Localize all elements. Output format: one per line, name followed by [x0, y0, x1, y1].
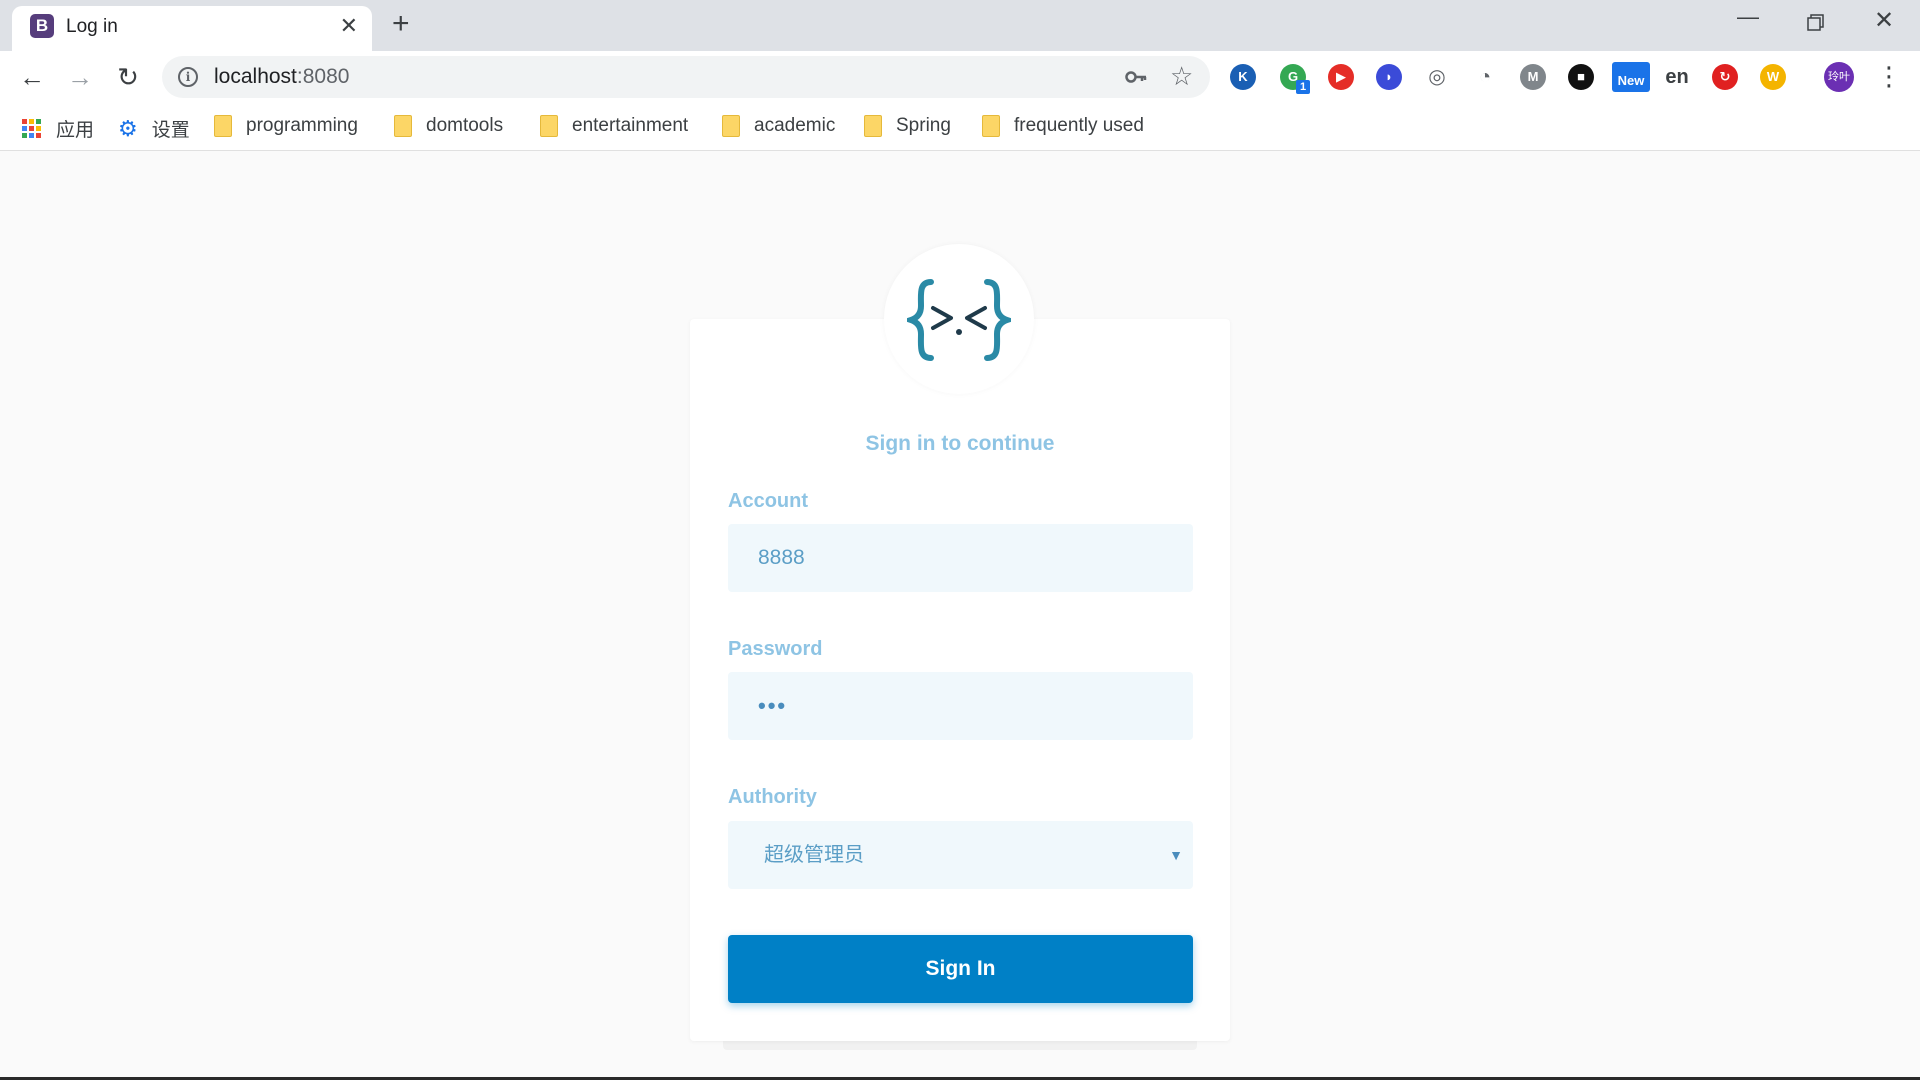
login-subtitle: Sign in to continue: [865, 432, 1055, 455]
folder-label: Spring: [896, 115, 951, 136]
tab-strip: B Log in ✕ + — ✕: [0, 0, 1920, 51]
folder-label: domtools: [426, 115, 504, 136]
moon-icon[interactable]: ◗: [1376, 64, 1402, 90]
logo-badge: [884, 244, 1034, 394]
gear-icon: ⚙: [118, 115, 138, 141]
account-label: Account: [728, 490, 808, 512]
url-host: localhost: [214, 65, 297, 88]
bookmark-folder-spring[interactable]: Spring: [864, 115, 951, 139]
folder-icon: [864, 115, 882, 137]
folder-icon: [540, 115, 558, 137]
authority-label: Authority: [728, 786, 817, 808]
folder-label: programming: [246, 115, 358, 136]
browser-tab[interactable]: B Log in ✕: [12, 6, 372, 51]
m-icon[interactable]: M: [1520, 64, 1546, 90]
address-bar[interactable]: i localhost:8080 ☆: [162, 56, 1210, 98]
tab-title: Log in: [66, 16, 118, 37]
w-icon[interactable]: W: [1760, 64, 1786, 90]
minimize-button[interactable]: —: [1728, 6, 1768, 36]
red-circle-icon[interactable]: ↻: [1712, 64, 1738, 90]
bookmark-folder-entertainment[interactable]: entertainment: [540, 115, 688, 139]
close-window-button[interactable]: ✕: [1864, 6, 1904, 36]
new-icon[interactable]: New: [1612, 62, 1650, 92]
folder-icon: [394, 115, 412, 137]
extension-badge: 1: [1296, 80, 1310, 94]
k-icon[interactable]: K: [1230, 64, 1256, 90]
key-icon[interactable]: [1124, 65, 1148, 89]
restore-button[interactable]: [1796, 6, 1836, 36]
folder-label: frequently used: [1014, 115, 1144, 136]
square-icon[interactable]: ■: [1568, 64, 1594, 90]
url-text[interactable]: localhost:8080: [214, 65, 349, 89]
bookmark-apps-label: 应用: [56, 120, 95, 141]
page-content: Sign in to continue Account Password •••…: [0, 152, 1920, 1080]
bookmark-folder-frequently-used[interactable]: frequently used: [982, 115, 1144, 139]
new-tab-button[interactable]: +: [392, 8, 410, 40]
bookmarks-bar: 应用 ⚙ 设置 programming domtools entertainmen…: [0, 103, 1920, 151]
authority-selected-value: 超级管理员: [764, 844, 864, 866]
folder-icon: [722, 115, 740, 137]
bookmark-folder-domtools[interactable]: domtools: [394, 115, 503, 139]
info-icon[interactable]: i: [178, 67, 198, 87]
bookmark-settings[interactable]: ⚙ 设置: [118, 115, 190, 142]
profile-avatar[interactable]: 玲叶: [1824, 62, 1854, 92]
authority-select[interactable]: 超级管理员 ▼: [728, 821, 1193, 889]
bookmark-folder-academic[interactable]: academic: [722, 115, 835, 139]
bookmark-star-icon[interactable]: ☆: [1170, 61, 1193, 92]
password-input[interactable]: •••: [728, 672, 1193, 740]
browser-toolbar: ← → ↻ i localhost:8080 ☆ K G 1 ▶ ◗ ◎ ◔ M ■ New en ↻…: [0, 51, 1920, 103]
dropdown-arrow-icon: ▼: [1169, 847, 1183, 863]
folder-label: academic: [754, 115, 836, 136]
code-brackets-logo-icon: [907, 279, 1011, 361]
bootstrap-favicon-icon: B: [30, 14, 54, 38]
restore-icon: [1807, 14, 1824, 31]
browser-menu-icon[interactable]: ⋮: [1876, 61, 1902, 91]
reload-button[interactable]: ↻: [112, 61, 144, 93]
folder-icon: [214, 115, 232, 137]
speed-icon[interactable]: ◔: [1472, 64, 1498, 90]
bookmark-settings-label: 设置: [151, 120, 190, 141]
account-input[interactable]: [728, 524, 1193, 592]
spiral-icon[interactable]: ◎: [1424, 64, 1450, 90]
apps-grid-icon: [22, 118, 42, 139]
folder-icon: [982, 115, 1000, 137]
youtube-icon[interactable]: ▶: [1328, 64, 1354, 90]
tab-close-icon[interactable]: ✕: [340, 14, 358, 38]
password-label: Password: [728, 638, 823, 660]
translate-icon[interactable]: G1: [1280, 64, 1310, 94]
dict-icon[interactable]: en: [1664, 64, 1690, 90]
bookmark-apps[interactable]: 应用: [22, 115, 95, 141]
sign-in-button[interactable]: Sign In: [728, 935, 1193, 1003]
bookmark-folder-programming[interactable]: programming: [214, 115, 358, 139]
back-button[interactable]: ←: [16, 61, 48, 93]
folder-label: entertainment: [572, 115, 689, 136]
url-port: :8080: [296, 65, 350, 88]
forward-button[interactable]: →: [64, 61, 96, 93]
